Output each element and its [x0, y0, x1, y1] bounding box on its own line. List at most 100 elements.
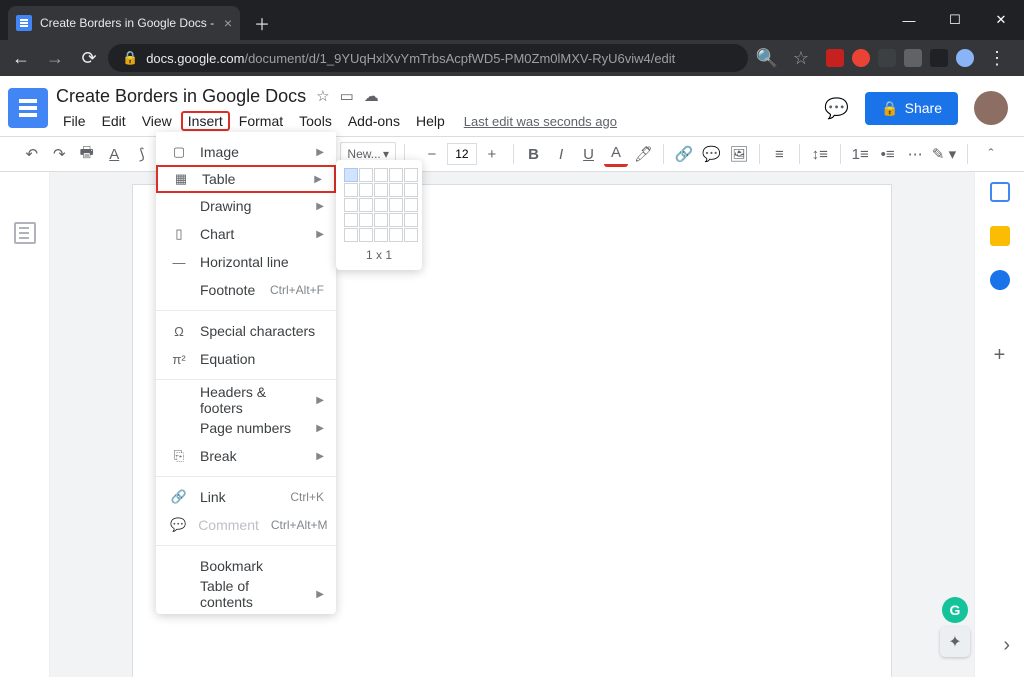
- table-size-grid[interactable]: [344, 168, 414, 242]
- table-grid-cell[interactable]: [389, 198, 403, 212]
- bold-button[interactable]: B: [522, 141, 546, 167]
- docs-logo-icon[interactable]: [8, 88, 48, 128]
- outline-icon[interactable]: [14, 222, 36, 244]
- close-window-button[interactable]: ✕: [978, 0, 1024, 40]
- table-grid-cell[interactable]: [404, 213, 418, 227]
- table-grid-cell[interactable]: [344, 198, 358, 212]
- table-grid-cell[interactable]: [359, 198, 373, 212]
- bulleted-list-button[interactable]: •≡: [876, 141, 900, 167]
- star-icon[interactable]: ☆: [316, 87, 329, 105]
- menu-item-equation[interactable]: π² Equation: [156, 345, 336, 373]
- table-grid-cell[interactable]: [344, 228, 358, 242]
- spellcheck-button[interactable]: A: [103, 141, 127, 167]
- menu-view[interactable]: View: [135, 111, 179, 131]
- move-icon[interactable]: ▭: [340, 87, 354, 105]
- table-grid-cell[interactable]: [389, 228, 403, 242]
- ext-icon-2[interactable]: [852, 49, 870, 67]
- more-button[interactable]: ⋯: [903, 141, 927, 167]
- menu-item-horizontal-line[interactable]: — Horizontal line: [156, 248, 336, 276]
- table-grid-cell[interactable]: [359, 228, 373, 242]
- tasks-icon[interactable]: [990, 270, 1010, 290]
- table-grid-cell[interactable]: [344, 213, 358, 227]
- table-grid-cell[interactable]: [374, 183, 388, 197]
- chrome-menu-icon[interactable]: ⋮: [982, 43, 1012, 73]
- add-addon-icon[interactable]: +: [994, 344, 1006, 367]
- table-grid-cell[interactable]: [374, 228, 388, 242]
- menu-help[interactable]: Help: [409, 111, 452, 131]
- comment-history-icon[interactable]: 💬: [824, 96, 849, 121]
- document-title[interactable]: Create Borders in Google Docs: [56, 86, 306, 107]
- table-grid-cell[interactable]: [389, 213, 403, 227]
- menu-item-special-characters[interactable]: Ω Special characters: [156, 317, 336, 345]
- explore-button[interactable]: ✦: [940, 627, 970, 657]
- url-field[interactable]: 🔒 docs.google.com/document/d/1_9YUqHxlXv…: [108, 44, 748, 72]
- collapse-toolbar-icon[interactable]: ˆ: [978, 141, 1004, 167]
- menu-item-link[interactable]: 🔗 Link Ctrl+K: [156, 483, 336, 511]
- undo-button[interactable]: ↶: [20, 141, 44, 167]
- italic-button[interactable]: I: [549, 141, 573, 167]
- grammarly-icon[interactable]: G: [942, 597, 968, 623]
- paint-format-button[interactable]: ⟆: [130, 141, 154, 167]
- redo-button[interactable]: ↷: [48, 141, 72, 167]
- menu-item-break[interactable]: ⎘ Break ▶: [156, 442, 336, 470]
- extensions-icon[interactable]: [930, 49, 948, 67]
- menu-edit[interactable]: Edit: [95, 111, 133, 131]
- reload-button[interactable]: ⟳: [74, 43, 104, 73]
- menu-file[interactable]: File: [56, 111, 93, 131]
- table-grid-cell[interactable]: [404, 183, 418, 197]
- cloud-status-icon[interactable]: ☁: [364, 87, 379, 105]
- zoom-icon[interactable]: 🔍: [752, 43, 782, 73]
- print-button[interactable]: 🖶: [75, 141, 99, 167]
- keep-icon[interactable]: [990, 226, 1010, 246]
- menu-item-toc[interactable]: Table of contents ▶: [156, 580, 336, 608]
- table-grid-cell[interactable]: [404, 168, 418, 182]
- font-size-decrease[interactable]: −: [419, 141, 445, 167]
- menu-item-headers-footers[interactable]: Headers & footers ▶: [156, 386, 336, 414]
- menu-item-image[interactable]: ▢ Image ▶: [156, 138, 336, 166]
- line-spacing-button[interactable]: ↕≡: [808, 141, 832, 167]
- ext-icon-4[interactable]: [904, 49, 922, 67]
- align-button[interactable]: ≡: [768, 141, 792, 167]
- table-grid-cell[interactable]: [359, 168, 373, 182]
- text-color-button[interactable]: A: [604, 141, 628, 167]
- ext-icon-3[interactable]: [878, 49, 896, 67]
- table-grid-cell[interactable]: [374, 198, 388, 212]
- forward-button[interactable]: →: [40, 43, 70, 73]
- profile-icon[interactable]: [956, 49, 974, 67]
- expand-side-panel-icon[interactable]: ›: [1003, 634, 1010, 657]
- share-button[interactable]: 🔒 Share: [865, 92, 958, 125]
- browser-tab[interactable]: Create Borders in Google Docs - ×: [8, 6, 240, 40]
- avatar[interactable]: [974, 91, 1008, 125]
- menu-insert[interactable]: Insert: [181, 111, 230, 131]
- table-grid-cell[interactable]: [359, 183, 373, 197]
- table-grid-cell[interactable]: [359, 213, 373, 227]
- highlight-button[interactable]: 🖊: [632, 141, 656, 167]
- menu-item-table[interactable]: ▦ Table ▶: [156, 165, 336, 193]
- insert-link-button[interactable]: 🔗: [672, 141, 696, 167]
- menu-tools[interactable]: Tools: [292, 111, 339, 131]
- table-grid-cell[interactable]: [374, 168, 388, 182]
- calendar-icon[interactable]: [990, 182, 1010, 202]
- menu-item-page-numbers[interactable]: Page numbers ▶: [156, 414, 336, 442]
- table-grid-cell[interactable]: [389, 168, 403, 182]
- table-grid-cell[interactable]: [404, 228, 418, 242]
- close-tab-icon[interactable]: ×: [224, 15, 232, 31]
- ext-icon-1[interactable]: [826, 49, 844, 67]
- back-button[interactable]: ←: [6, 43, 36, 73]
- add-comment-button[interactable]: 💬: [700, 141, 724, 167]
- font-size-increase[interactable]: +: [479, 141, 505, 167]
- menu-addons[interactable]: Add-ons: [341, 111, 407, 131]
- new-tab-button[interactable]: ＋: [248, 9, 276, 37]
- menu-item-chart[interactable]: ▯ Chart ▶: [156, 220, 336, 248]
- underline-button[interactable]: U: [577, 141, 601, 167]
- menu-item-footnote[interactable]: Footnote Ctrl+Alt+F: [156, 276, 336, 304]
- last-edit-link[interactable]: Last edit was seconds ago: [464, 114, 617, 129]
- maximize-button[interactable]: ☐: [932, 0, 978, 40]
- numbered-list-button[interactable]: 1≡: [848, 141, 872, 167]
- insert-image-button[interactable]: 🖼: [727, 141, 751, 167]
- table-grid-cell[interactable]: [344, 168, 358, 182]
- minimize-button[interactable]: —: [886, 0, 932, 40]
- font-size-input[interactable]: 12: [447, 143, 477, 165]
- menu-format[interactable]: Format: [232, 111, 290, 131]
- table-grid-cell[interactable]: [344, 183, 358, 197]
